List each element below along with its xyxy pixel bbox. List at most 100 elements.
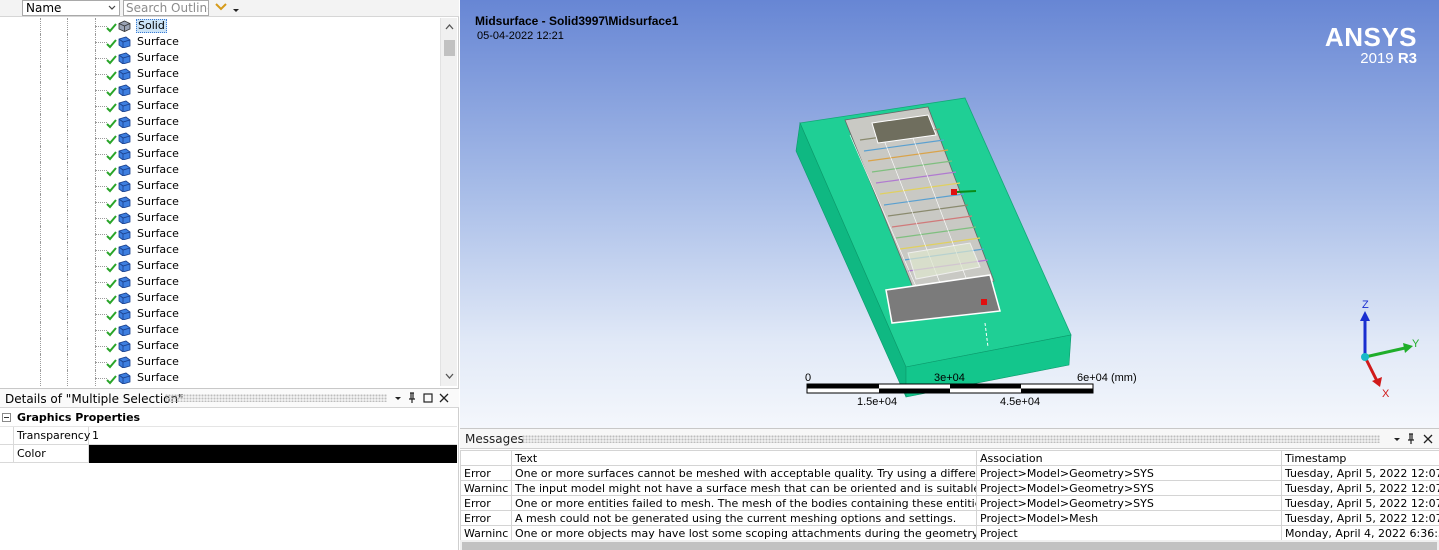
surface-body-icon xyxy=(118,276,131,288)
tree-item-surface[interactable]: Surface xyxy=(0,210,440,226)
scale-ruler xyxy=(806,383,1094,394)
scroll-thumb[interactable] xyxy=(444,40,455,56)
collapse-icon[interactable] xyxy=(2,413,11,422)
expand-options-icon[interactable] xyxy=(214,1,242,15)
transparency-row[interactable]: Transparency 1 xyxy=(0,427,457,445)
model-geometry[interactable] xyxy=(790,95,1110,405)
tree-item-label: Surface xyxy=(137,355,179,368)
messages-horizontal-scrollbar[interactable] xyxy=(460,540,1439,550)
scroll-up-icon[interactable] xyxy=(444,23,455,31)
tree-item-surface[interactable]: Surface xyxy=(0,226,440,242)
surface-body-icon xyxy=(118,324,131,336)
surface-body-icon xyxy=(118,180,131,192)
dropdown-arrow-icon[interactable] xyxy=(392,392,404,404)
tree-item-label: Surface xyxy=(137,147,179,160)
tree-guide-line xyxy=(40,146,41,162)
color-swatch[interactable] xyxy=(89,445,457,463)
message-timestamp-cell: Tuesday, April 5, 2022 12:07:04 xyxy=(1281,480,1439,496)
tree-guide-line xyxy=(40,210,41,226)
checkmark-icon xyxy=(106,327,117,337)
panel-grip[interactable] xyxy=(522,435,1380,443)
column-header-text[interactable]: Text xyxy=(511,450,977,466)
tree-item-surface[interactable]: Surface xyxy=(0,162,440,178)
dropdown-arrow-icon[interactable] xyxy=(1391,433,1403,445)
tree-item-label: Surface xyxy=(137,339,179,352)
tree-item-surface[interactable]: Surface xyxy=(0,178,440,194)
tree-item-surface[interactable]: Surface xyxy=(0,82,440,98)
tree-item-label: Surface xyxy=(137,307,179,320)
tree-item-surface[interactable]: Surface xyxy=(0,338,440,354)
tree-item-label: Surface xyxy=(137,115,179,128)
axis-triad[interactable]: Z Y X xyxy=(1345,297,1425,402)
tree-item-label: Surface xyxy=(137,67,179,80)
checkmark-icon xyxy=(106,87,117,97)
surface-body-icon xyxy=(118,244,131,256)
tree-item-label: Surface xyxy=(137,51,179,64)
message-association-cell: Project>Model>Geometry>SYS xyxy=(976,495,1282,511)
tree-item-surface[interactable]: Surface xyxy=(0,114,440,130)
tree-item-surface[interactable]: Surface xyxy=(0,146,440,162)
pin-icon[interactable] xyxy=(406,392,418,404)
search-outline-input[interactable] xyxy=(123,0,209,16)
checkmark-icon xyxy=(106,71,117,81)
tree-item-surface[interactable]: Surface xyxy=(0,194,440,210)
marker xyxy=(951,189,957,195)
column-header-timestamp[interactable]: Timestamp xyxy=(1281,450,1439,466)
outline-scrollbar[interactable] xyxy=(440,18,457,386)
tree-item-surface[interactable]: Surface xyxy=(0,130,440,146)
tree-item-surface[interactable]: Surface xyxy=(0,66,440,82)
outline-pane: Name Solid Surface Surface Surface Surface Su… xyxy=(0,0,459,550)
tree-item-label: Surface xyxy=(137,83,179,96)
tree-item-surface[interactable]: Surface xyxy=(0,258,440,274)
tree-item-surface[interactable]: Surface xyxy=(0,98,440,114)
checkmark-icon xyxy=(106,183,117,193)
message-row[interactable]: Error A mesh could not be generated using… xyxy=(460,510,1439,526)
surface-body-icon xyxy=(118,68,131,80)
graphics-viewport[interactable]: Midsurface - Solid3997\Midsurface1 05-04… xyxy=(460,0,1439,428)
tree-guide-line xyxy=(40,370,41,386)
tree-guide-line xyxy=(40,34,41,50)
tree-item-surface[interactable]: Surface xyxy=(0,50,440,66)
chevron-down-icon xyxy=(108,5,116,10)
tree-item-solid[interactable]: Solid xyxy=(0,18,440,34)
message-type-cell: Error xyxy=(460,465,512,481)
close-icon[interactable] xyxy=(438,392,450,404)
message-association-cell: Project>Model>Geometry>SYS xyxy=(976,480,1282,496)
close-icon[interactable] xyxy=(1422,433,1434,445)
maximize-icon[interactable] xyxy=(422,392,434,404)
tree-item-surface[interactable]: Surface xyxy=(0,274,440,290)
tree-guide-line xyxy=(67,50,68,66)
color-row[interactable]: Color xyxy=(0,445,457,463)
tree-item-surface[interactable]: Surface xyxy=(0,290,440,306)
checkmark-icon xyxy=(106,103,117,113)
graphics-properties-group[interactable]: Graphics Properties xyxy=(0,409,457,427)
tree-guide-line xyxy=(67,178,68,194)
message-row[interactable]: Error One or more surfaces cannot be mesh… xyxy=(460,465,1439,481)
tree-item-surface[interactable]: Surface xyxy=(0,354,440,370)
message-row[interactable]: Error One or more entities failed to mesh… xyxy=(460,495,1439,511)
message-row[interactable]: Warninc The input model might not have a … xyxy=(460,480,1439,496)
logo-version: 2019 R3 xyxy=(1325,50,1417,68)
tree-item-surface[interactable]: Surface xyxy=(0,306,440,322)
column-header-type[interactable] xyxy=(460,450,512,466)
message-association-cell: Project xyxy=(976,525,1282,541)
surface-body-icon xyxy=(118,36,131,48)
tree-item-surface[interactable]: Surface xyxy=(0,322,440,338)
name-filter-dropdown[interactable]: Name xyxy=(22,0,120,16)
message-timestamp-cell: Tuesday, April 5, 2022 12:07:04 xyxy=(1281,465,1439,481)
panel-grip[interactable] xyxy=(165,394,387,402)
tree-item-surface[interactable]: Surface xyxy=(0,34,440,50)
scroll-down-icon[interactable] xyxy=(444,372,455,380)
message-association-cell: Project>Model>Mesh xyxy=(976,510,1282,526)
message-timestamp-cell: Monday, April 4, 2022 6:36:52 I xyxy=(1281,525,1439,541)
pin-icon[interactable] xyxy=(1405,433,1417,445)
scale-label-q3: 4.5e+04 xyxy=(1000,396,1041,408)
checkmark-icon xyxy=(106,359,117,369)
message-row[interactable]: Warninc One or more objects may have lost… xyxy=(460,525,1439,541)
tree-item-surface[interactable]: Surface xyxy=(0,370,440,386)
transparency-value[interactable]: 1 xyxy=(89,427,457,445)
scroll-thumb[interactable] xyxy=(462,542,1437,550)
tree-item-surface[interactable]: Surface xyxy=(0,242,440,258)
messages-header-row: Text Association Timestamp xyxy=(460,450,1439,466)
column-header-association[interactable]: Association xyxy=(976,450,1282,466)
